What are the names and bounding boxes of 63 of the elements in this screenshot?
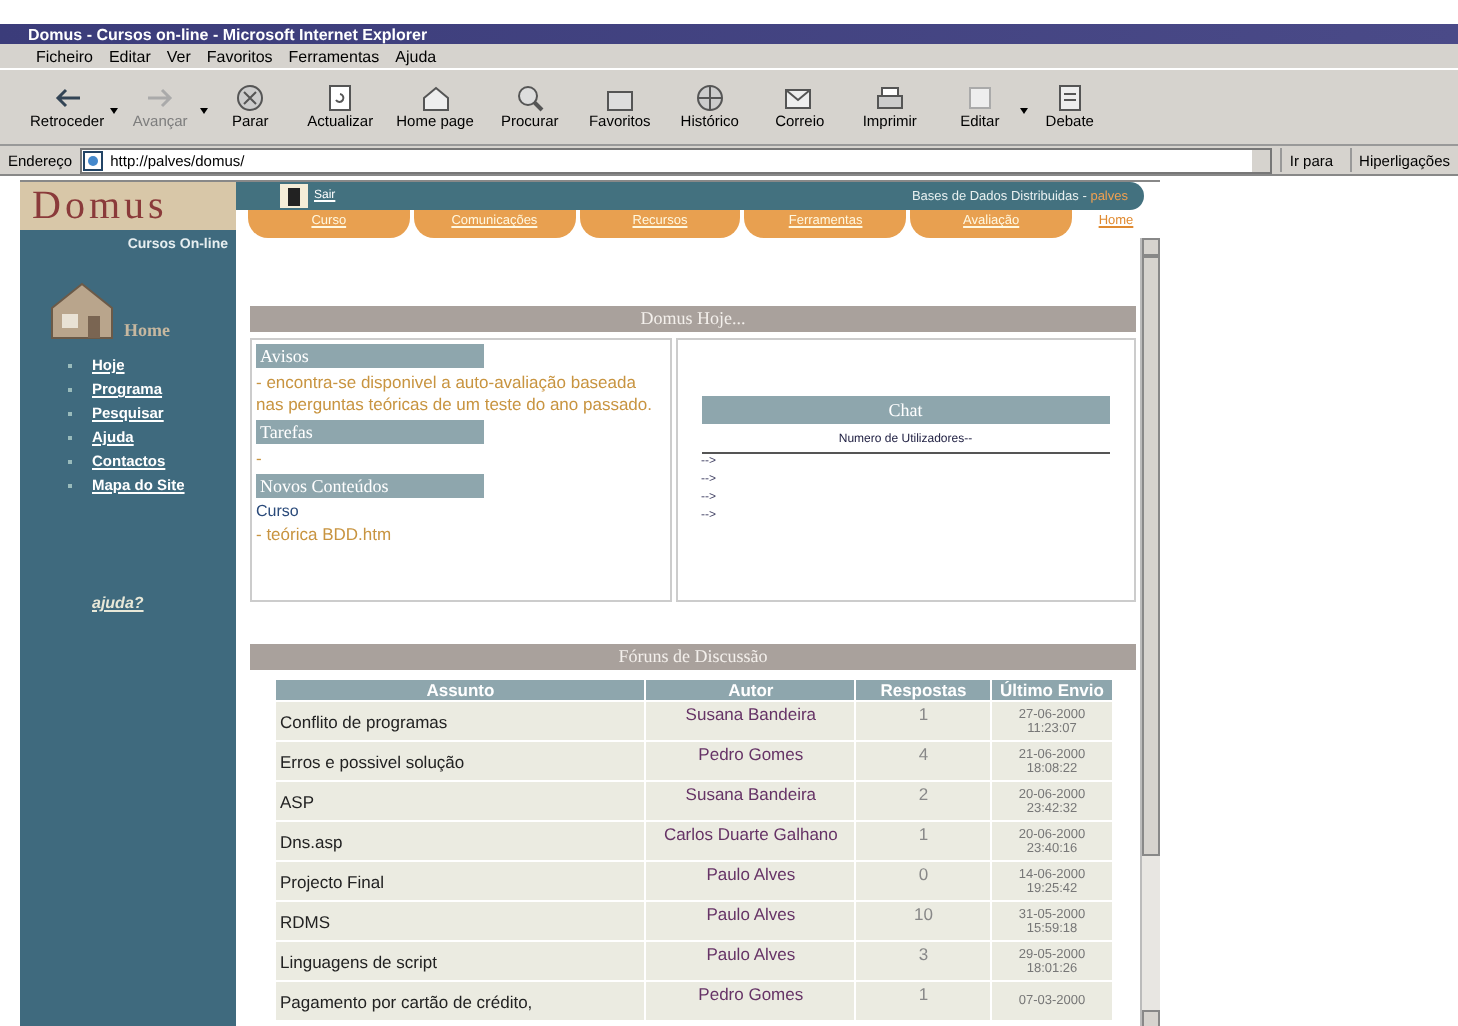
table-cell: Paulo Alves [646,902,855,940]
section-heading: Tarefas [256,420,484,444]
table-cell: 1 [856,702,990,740]
table-cell[interactable]: Pagamento por cartão de crédito, [276,982,645,1020]
table-cell: Pedro Gomes [646,982,855,1020]
table-cell[interactable]: Projecto Final [276,862,645,900]
table-cell: 0 [856,862,990,900]
magnifier-icon [513,84,546,112]
section-heading: Novos Conteúdos [256,474,484,498]
page-icon [1053,84,1086,112]
section-heading: Avisos [256,344,484,368]
table-cell[interactable]: Linguagens de script [276,942,645,980]
table-cell: 2 [856,782,990,820]
table-cell[interactable]: Erros e possivel solução [276,742,645,780]
refresh-icon [324,84,357,112]
dropdown-button[interactable] [1251,149,1270,171]
table-cell: Paulo Alves [646,862,855,900]
table-cell: Susana Bandeira [646,702,855,740]
home-label: Home [124,320,170,340]
table-cell: 10 [856,902,990,940]
table-cell: 4 [856,742,990,780]
menu-item[interactable]: Ajuda [395,47,437,65]
menu-item[interactable]: Ver [166,47,191,65]
table-cell: Susana Bandeira [646,782,855,820]
page-icon [82,149,105,171]
envelope-icon [783,84,816,112]
chat-heading: Chat [701,396,1110,424]
scrollbar[interactable] [1140,238,1160,1026]
exit-icon [280,184,308,208]
section-header: Fóruns de Discussão [250,644,1136,670]
house-icon [48,280,116,340]
table-cell[interactable]: ASP [276,782,645,820]
column-header: Autor [646,680,855,700]
arrow-right-icon [144,84,177,112]
content-link[interactable]: Curso [256,502,665,520]
table-cell[interactable]: Dns.asp [276,822,645,860]
table-cell[interactable]: RDMS [276,902,645,940]
site-logo: Domus [20,182,236,230]
table-cell[interactable]: Conflito de programas [276,702,645,740]
window-title: Domus - Cursos on-line - Microsoft Internet Explorer [28,25,428,43]
column-header: Respostas [856,680,990,700]
column-header: Assunto [276,680,645,700]
table-cell: Pedro Gomes [646,742,855,780]
notice-text: - encontra-se disponivel a auto-avaliação baseada nas perguntas teóricas de um teste do ano passado. [256,372,654,416]
table-cell: 1 [856,822,990,860]
menu-item[interactable]: Editar [108,47,151,65]
arrow-left-icon [51,84,84,112]
table-cell: 1 [856,982,990,1020]
stop-icon [234,84,267,112]
house-icon [419,84,451,112]
menu-item[interactable]: Ficheiro [36,47,93,65]
table-cell: Paulo Alves [646,942,855,980]
table-cell: Carlos Duarte Galhano [646,822,855,860]
column-header: Último Envio [992,680,1112,700]
notice-text: - teórica BDD.htm [256,524,394,546]
menu-item[interactable]: Favoritos [206,47,273,65]
globe-icon [693,84,726,112]
menu-item[interactable]: Ferramentas [288,47,380,65]
notice-text: - [256,448,264,470]
help-link[interactable]: ajuda? [92,594,144,612]
printer-icon [873,84,906,112]
section-header: Domus Hoje... [250,306,1136,332]
table-cell: 3 [856,942,990,980]
